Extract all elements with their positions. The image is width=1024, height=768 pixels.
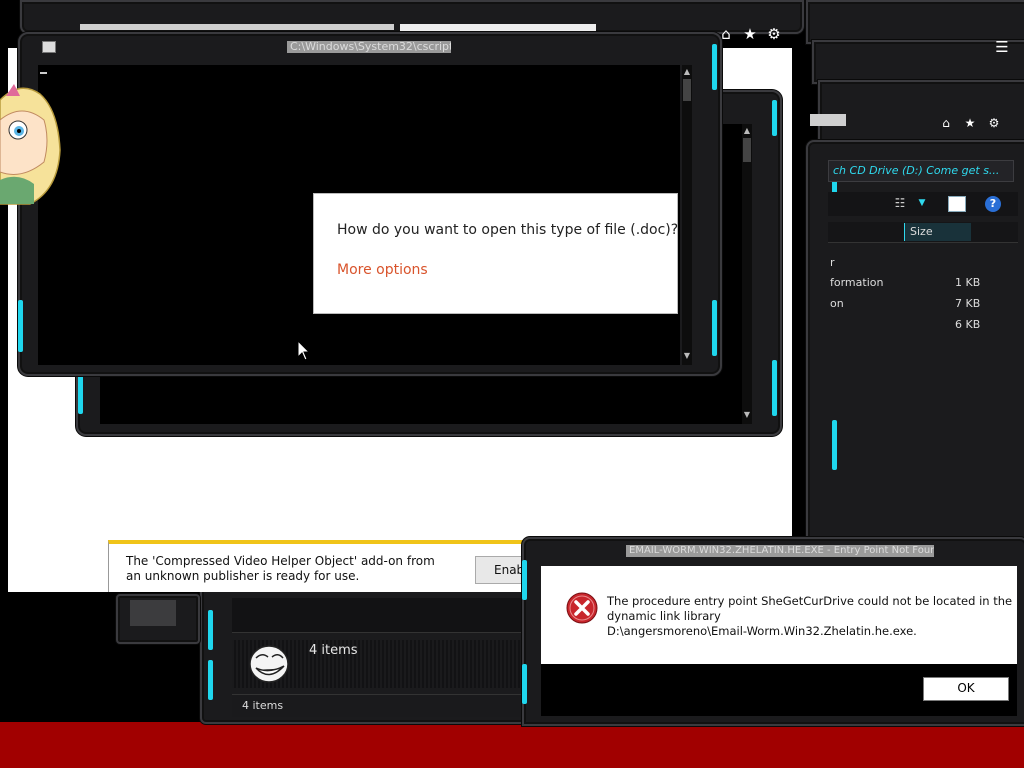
addon-notification-message: The 'Compressed Video Helper Object' add… — [126, 554, 435, 583]
star-icon-right[interactable]: ★ — [962, 116, 978, 131]
console-accent-2 — [712, 300, 717, 356]
trollface-icon — [249, 645, 289, 683]
right-stack-window-2 — [812, 40, 1024, 84]
gear-icon[interactable]: ⚙ — [766, 27, 782, 42]
list-item-name: formation — [830, 276, 884, 289]
more-options-link[interactable]: More options — [337, 262, 428, 278]
scroll-up-icon[interactable]: ▲ — [682, 67, 692, 77]
folder-items-count: 4 items — [309, 643, 358, 658]
cartoon-character-sticker — [0, 84, 61, 205]
error-accent-1 — [522, 560, 527, 600]
console-scrollbar[interactable] — [682, 65, 692, 365]
console-icon — [42, 41, 56, 53]
console-scroll-thumb[interactable] — [683, 79, 691, 101]
list-item-name: r — [830, 256, 835, 269]
home-icon-right[interactable]: ⌂ — [938, 116, 954, 131]
taskbar — [0, 722, 1024, 768]
console-cursor — [40, 72, 47, 74]
folder-accent-2 — [208, 660, 213, 700]
console-accent-3 — [18, 300, 23, 352]
right-stack-window-3 — [818, 80, 1024, 144]
scroll-down-icon[interactable]: ▼ — [682, 351, 692, 361]
console-window-title: C:\Windows\System32\cscript.exe — [287, 41, 451, 53]
list-item[interactable]: formation 1 KB — [830, 276, 980, 289]
error-message-line-3: D:\angersmoreno\Email-Worm.Win32.Zhelati… — [607, 624, 917, 638]
error-dialog-title: EMAIL-WORM.WIN32.ZHELATIN.HE.EXE - Entry… — [626, 545, 934, 557]
menu-icon[interactable]: ☰ — [994, 40, 1010, 55]
error-message-line-2: dynamic link library — [607, 609, 721, 623]
console-back-accent-2 — [772, 360, 777, 416]
list-item-size: 6 KB — [955, 318, 981, 331]
console-back-scroll-thumb[interactable] — [743, 138, 751, 162]
ok-button[interactable]: OK — [923, 677, 1009, 701]
list-item-size: 1 KB — [955, 276, 981, 289]
explorer-address-bar[interactable]: ch CD Drive (D:) Come get s... — [828, 160, 1014, 182]
help-icon[interactable]: ? — [985, 196, 1001, 212]
column-header-size[interactable]: Size — [904, 223, 971, 241]
open-with-dialog: How do you want to open this type of fil… — [313, 193, 678, 314]
column-header-size-label: Size — [910, 225, 933, 238]
chevron-down-icon[interactable]: ▼ — [916, 196, 928, 211]
star-icon[interactable]: ★ — [742, 27, 758, 42]
scroll-up-icon[interactable]: ▲ — [742, 126, 752, 136]
console-accent-1 — [712, 44, 717, 90]
preview-pane-icon[interactable] — [948, 196, 966, 212]
error-accent-2 — [522, 664, 527, 704]
ok-button-label: OK — [957, 681, 975, 695]
list-item[interactable]: on 7 KB — [830, 297, 980, 310]
view-options-icon[interactable]: ☷ — [892, 196, 908, 211]
gear-icon-right[interactable]: ⚙ — [986, 116, 1002, 131]
error-icon — [566, 592, 598, 624]
explorer-accent-2 — [832, 420, 837, 470]
mouse-pointer-icon — [297, 340, 311, 361]
console-back-accent-1 — [772, 100, 777, 136]
enable-button-label: Enab — [494, 563, 525, 577]
addon-notification-bar: The 'Compressed Video Helper Object' add… — [108, 540, 537, 592]
folder-window-toolbar — [232, 598, 522, 633]
background-window-tab-2 — [80, 24, 394, 30]
background-window-tab — [400, 24, 596, 32]
folder-accent-1 — [208, 610, 213, 650]
scroll-down-icon[interactable]: ▼ — [742, 410, 752, 420]
right-stack-window-1 — [806, 0, 1024, 44]
list-item-name: on — [830, 297, 844, 310]
list-item-size: 7 KB — [955, 297, 981, 310]
explorer-address-text: ch CD Drive (D:) Come get s... — [833, 164, 1000, 177]
console-back-accent-3 — [78, 370, 83, 414]
console-back-scrollbar[interactable] — [742, 124, 752, 424]
open-with-question: How do you want to open this type of fil… — [337, 222, 679, 238]
right-window-tab — [810, 114, 846, 126]
list-item[interactable]: r — [830, 256, 835, 269]
error-message-line-1: The procedure entry point SheGetCurDrive… — [607, 594, 1013, 608]
small-window-fragment-inner — [130, 600, 176, 626]
folder-status-items: 4 items — [242, 699, 284, 712]
